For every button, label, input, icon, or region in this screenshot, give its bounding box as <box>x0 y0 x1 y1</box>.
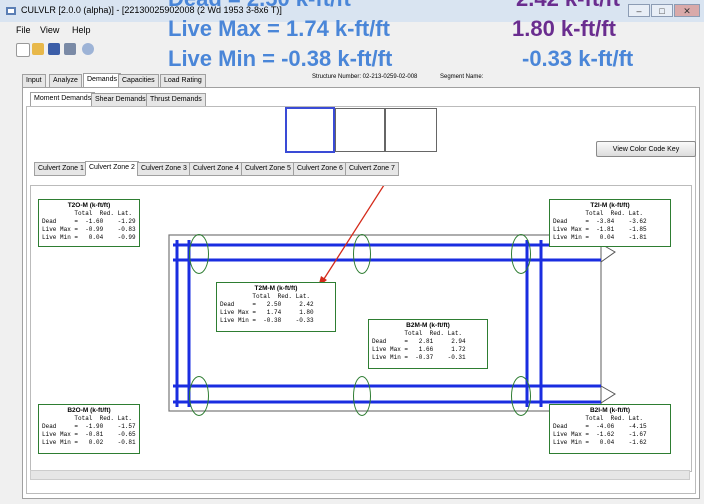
tab-thrust-demands[interactable]: Thrust Demands <box>146 93 206 107</box>
box-row-live-max: Live Max = -0.99 -0.83 <box>42 226 136 233</box>
box-row-live-max: Live Max = -1.81 -1.85 <box>553 226 647 233</box>
box-row-dead: Dead = -3.84 -3.62 <box>553 218 647 225</box>
box-header: Total Red. Lat. <box>553 415 644 422</box>
box-row-live-min: Live Min = -0.38 -0.33 <box>220 317 314 324</box>
structure-number: Structure Number: 02-213-0259-02-008 <box>312 74 418 80</box>
horizontal-scrollbar[interactable] <box>30 470 690 480</box>
overlay-dead-left: Dead = 2.50 k-ft/ft <box>168 0 351 10</box>
tab-load-rating[interactable]: Load Rating <box>160 74 206 88</box>
section-marker-b2i[interactable] <box>511 376 531 416</box>
box-header: Total Red. Lat. <box>553 210 644 217</box>
mini-cell-3[interactable] <box>385 108 437 152</box>
minimize-button[interactable]: – <box>628 4 650 17</box>
box-title: T2O-M (k-ft/ft) <box>67 202 111 209</box>
menu-view[interactable]: View <box>40 25 59 35</box>
box-row-live-max: Live Max = -0.81 -0.65 <box>42 431 136 438</box>
box-header: Total Red. Lat. <box>42 210 133 217</box>
overlay-live-max-right: 1.80 k-ft/ft <box>512 16 616 41</box>
overlay-live-min-left: Live Min = -0.38 k-ft/ft <box>168 46 393 71</box>
box-row-live-min: Live Min = 0.04 -1.81 <box>553 234 647 241</box>
box-row-dead: Dead = 2.50 2.42 <box>220 301 314 308</box>
overlay-dead-right: 2.42 k-ft/ft <box>516 0 620 10</box>
open-folder-icon[interactable] <box>32 43 44 55</box>
tab-culvert-zone-2[interactable]: Culvert Zone 2 <box>85 161 139 176</box>
box-row-dead: Dead = -1.90 -1.57 <box>42 423 136 430</box>
result-box-t2o: T2O-M (k-ft/ft) Total Red. Lat. Dead = -… <box>38 199 140 247</box>
box-row-live-min: Live Min = -0.37 -0.31 <box>372 354 466 361</box>
box-row-live-min: Live Min = 0.04 -1.62 <box>553 439 647 446</box>
result-box-b2o: B2O-M (k-ft/ft) Total Red. Lat. Dead = -… <box>38 404 140 454</box>
box-row-live-min: Live Min = 0.04 -0.99 <box>42 234 136 241</box>
box-row-live-max: Live Max = -1.62 -1.67 <box>553 431 647 438</box>
result-box-b2m: B2M-M (k-ft/ft) Total Red. Lat. Dead = 2… <box>368 319 488 369</box>
box-title: B2I-M (k-ft/ft) <box>589 407 631 414</box>
tab-analyze[interactable]: Analyze <box>49 74 82 88</box>
section-marker-t2m[interactable] <box>353 234 371 274</box>
box-row-dead: Dead = -4.06 -4.15 <box>553 423 647 430</box>
close-button[interactable]: ✕ <box>674 4 700 17</box>
mini-cell-2[interactable] <box>335 108 385 152</box>
overlay-live-max-left: Live Max = 1.74 k-ft/ft <box>168 16 390 41</box>
tab-culvert-zone-1[interactable]: Culvert Zone 1 <box>34 162 88 176</box>
tab-capacities[interactable]: Capacities <box>118 74 159 88</box>
section-marker-b2o[interactable] <box>189 376 209 416</box>
tab-shear-demands[interactable]: Shear Demands <box>91 93 150 107</box>
overlay-live-min-right: -0.33 k-ft/ft <box>522 46 634 71</box>
tab-culvert-zone-7[interactable]: Culvert Zone 7 <box>345 162 399 176</box>
box-title: T2I-M (k-ft/ft) <box>590 202 630 209</box>
tab-culvert-zone-4[interactable]: Culvert Zone 4 <box>189 162 243 176</box>
new-file-icon[interactable] <box>16 43 30 57</box>
annotation-arrow <box>321 186 385 283</box>
box-row-dead: Dead = -1.60 -1.29 <box>42 218 136 225</box>
tab-input[interactable]: Input <box>22 74 46 88</box>
tab-moment-demands[interactable]: Moment Demands <box>30 92 96 107</box>
print-icon[interactable] <box>64 43 76 55</box>
box-header: Total Red. Lat. <box>372 330 463 337</box>
box-title: T2M-M (k-ft/ft) <box>254 285 298 292</box>
maximize-button[interactable]: □ <box>651 4 673 17</box>
box-row-dead: Dead = 2.81 2.94 <box>372 338 466 345</box>
help-icon[interactable] <box>82 43 94 55</box>
box-row-live-min: Live Min = 0.02 -0.81 <box>42 439 136 446</box>
section-marker-t2o[interactable] <box>189 234 209 274</box>
tab-culvert-zone-3[interactable]: Culvert Zone 3 <box>137 162 191 176</box>
box-title: B2O-M (k-ft/ft) <box>67 407 111 414</box>
box-row-live-max: Live Max = 1.74 1.80 <box>220 309 314 316</box>
section-marker-t2i[interactable] <box>511 234 531 274</box>
view-color-code-key-button[interactable]: View Color Code Key <box>596 141 696 157</box>
tab-demands[interactable]: Demands <box>83 73 121 88</box>
section-marker-b2m[interactable] <box>353 376 371 416</box>
app-icon <box>6 7 16 15</box>
result-box-b2i: B2I-M (k-ft/ft) Total Red. Lat. Dead = -… <box>549 404 671 454</box>
menu-file[interactable]: File <box>16 25 31 35</box>
result-box-t2i: T2I-M (k-ft/ft) Total Red. Lat. Dead = -… <box>549 199 671 247</box>
result-box-t2m: T2M-M (k-ft/ft) Total Red. Lat. Dead = 2… <box>216 282 336 332</box>
mini-cell-1[interactable] <box>285 107 335 153</box>
menu-help[interactable]: Help <box>72 25 91 35</box>
break-line-bottom <box>600 385 616 404</box>
segment-name-label: Segment Name: <box>440 74 484 80</box>
box-row-live-max: Live Max = 1.66 1.72 <box>372 346 466 353</box>
save-icon[interactable] <box>48 43 60 55</box>
tab-culvert-zone-5[interactable]: Culvert Zone 5 <box>241 162 295 176</box>
box-title: B2M-M (k-ft/ft) <box>406 322 450 329</box>
app-window: CULVLR [2.0.0 (alpha)] - [22130025902008… <box>0 0 704 504</box>
box-header: Total Red. Lat. <box>42 415 133 422</box>
tab-culvert-zone-6[interactable]: Culvert Zone 6 <box>293 162 347 176</box>
box-header: Total Red. Lat. <box>220 293 311 300</box>
